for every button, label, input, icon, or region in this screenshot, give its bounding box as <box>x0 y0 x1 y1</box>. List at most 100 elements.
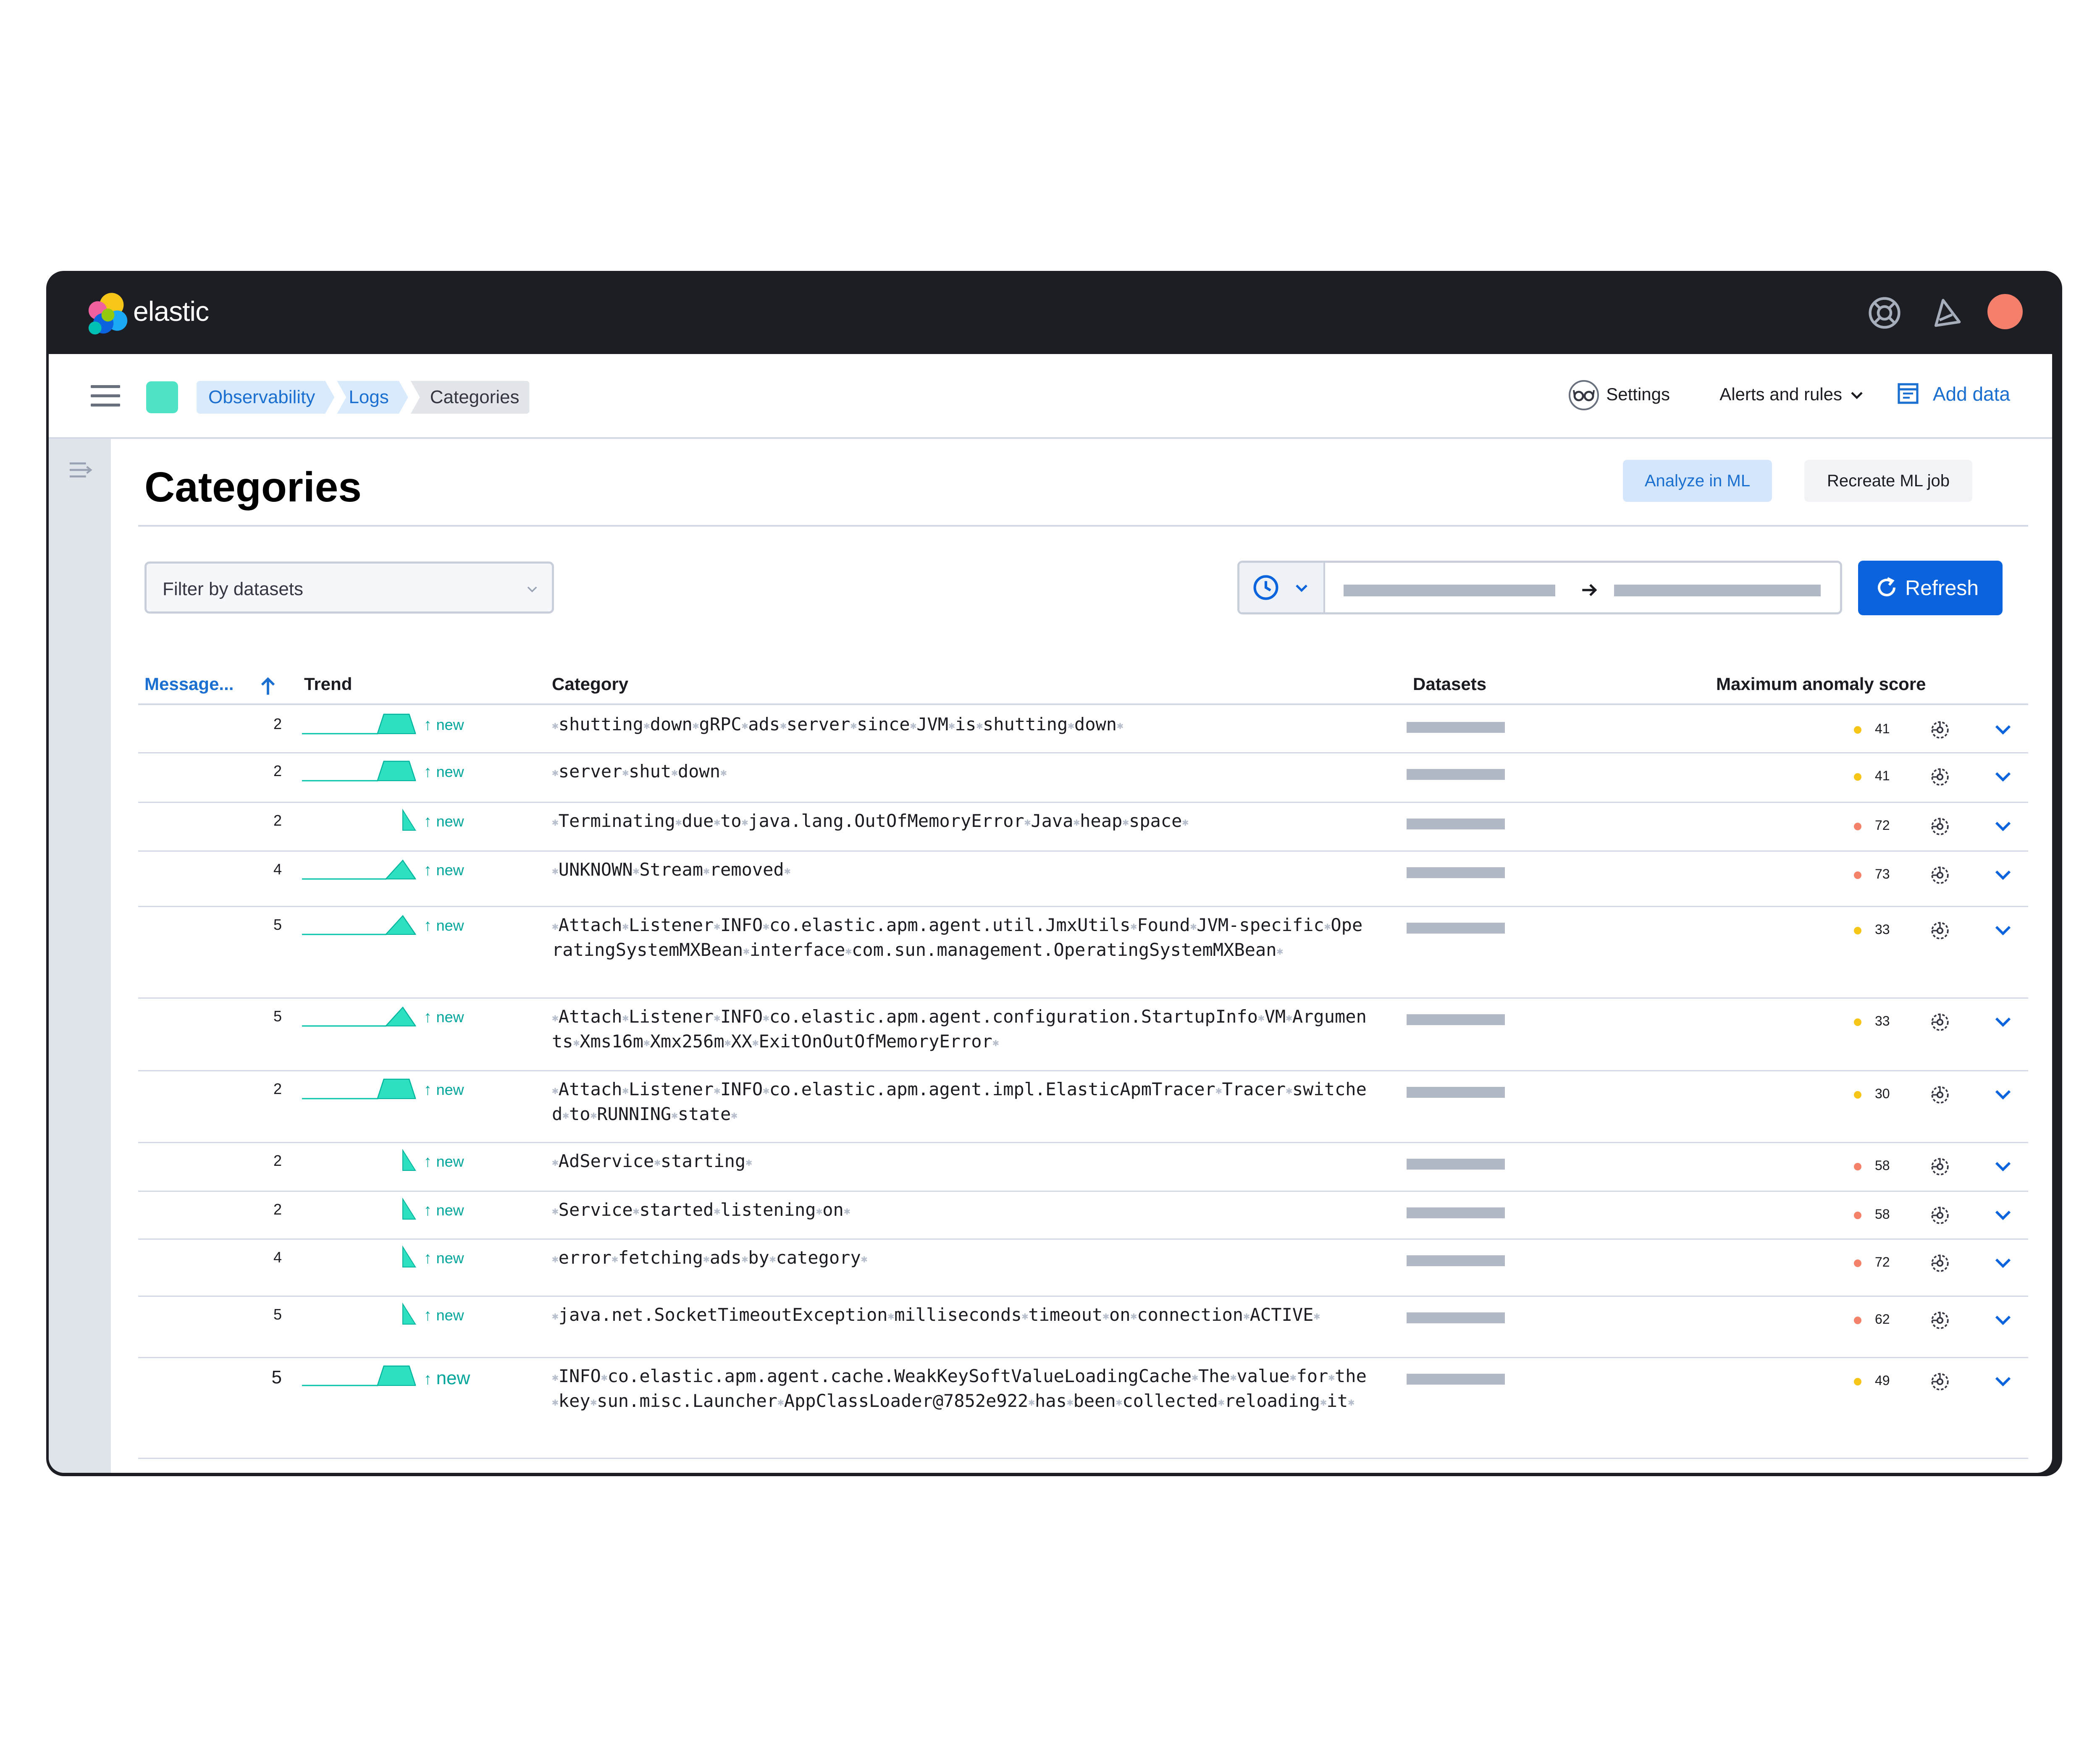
dataset-filter[interactable]: Filter by datasets <box>144 561 554 614</box>
separator-icon: ✱ <box>861 1253 868 1265</box>
new-badge: ↑ new <box>424 1307 464 1325</box>
category-token: to <box>569 1104 591 1124</box>
separator-icon: ✱ <box>714 1084 720 1097</box>
category-token: gRPC <box>699 714 742 735</box>
chevron-down-icon[interactable] <box>1848 387 1865 404</box>
table-row[interactable]: 4 ↑ new ✱error✱fetching✱ads✱by✱category✱ 72 <box>138 1238 2028 1297</box>
trend-sparkline <box>402 1245 416 1267</box>
table-row[interactable]: 2 ↑ new ✱shutting✱down✱gRPC✱ads✱server✱sin… <box>138 705 2028 753</box>
sort-ascending-icon[interactable] <box>258 675 278 697</box>
table-row[interactable]: 2 ↑ new ✱server✱shut✱down✱ 41 <box>138 752 2028 803</box>
table-row[interactable]: 2 ↑ new ✱Service✱started✱listening✱on✱ 58 <box>138 1191 2028 1240</box>
category-token: collected <box>1122 1391 1218 1411</box>
chevron-down-icon[interactable] <box>1992 922 2013 939</box>
table-row[interactable]: 4 ↑ new ✱UNKNOWN✱Stream✱removed✱ 73 <box>138 850 2028 907</box>
ml-job-icon[interactable] <box>1929 1084 1950 1105</box>
ml-job-icon[interactable] <box>1929 1253 1950 1274</box>
category-token: shut <box>629 761 672 782</box>
category-pattern: ✱java.net.SocketTimeoutException✱millise… <box>552 1303 1371 1328</box>
quick-select-button[interactable] <box>1239 563 1325 612</box>
main-panel: Observability Logs Categories Settings A… <box>49 354 2052 1473</box>
newsfeed-icon[interactable] <box>1929 295 1965 331</box>
ml-job-icon[interactable] <box>1929 1156 1950 1177</box>
header-actions: Settings Alerts and rules Add data <box>49 354 2052 437</box>
category-token: sun.misc.Launcher <box>597 1391 778 1411</box>
category-token: category <box>776 1247 861 1268</box>
chevron-down-icon[interactable] <box>1992 1013 2013 1030</box>
dataset-placeholder <box>1407 1014 1505 1025</box>
anomaly-severity-dot <box>1854 1378 1861 1385</box>
arrow-up-icon: ↑ <box>424 1370 436 1388</box>
add-data-link[interactable]: Add data <box>1933 383 2010 405</box>
ml-job-icon[interactable] <box>1929 816 1950 837</box>
category-token: removed <box>709 859 784 880</box>
alerts-and-rules-menu[interactable]: Alerts and rules <box>1719 384 1842 404</box>
chevron-down-icon[interactable] <box>1992 818 2013 834</box>
trend-sparkline <box>302 1365 416 1386</box>
category-token: RUNNING <box>597 1104 672 1124</box>
end-date-placeholder[interactable] <box>1614 585 1821 596</box>
table-row[interactable]: 5 ↑ new ✱java.net.SocketTimeoutException✱m… <box>138 1296 2028 1358</box>
elastic-logo[interactable] <box>85 291 131 337</box>
category-token: ads <box>709 1247 742 1268</box>
category-token: ExitOnOutOfMemoryError <box>759 1031 992 1052</box>
chevron-down-icon[interactable] <box>1992 1373 2013 1390</box>
arrow-right-icon <box>1582 584 1597 596</box>
dataset-placeholder <box>1407 1087 1505 1098</box>
anomaly-severity-dot <box>1854 927 1861 934</box>
chevron-down-icon[interactable] <box>1992 1158 2013 1175</box>
ml-job-icon[interactable] <box>1929 1012 1950 1033</box>
table-row[interactable]: 2 ↑ new ✱Terminating✱due✱to✱java.lang.OutO… <box>138 802 2028 852</box>
help-icon[interactable] <box>1866 295 1903 331</box>
start-date-placeholder[interactable] <box>1344 585 1555 596</box>
category-token: Attach <box>558 1079 622 1099</box>
recreate-ml-job-button[interactable]: Recreate ML job <box>1804 460 1972 502</box>
ml-job-icon[interactable] <box>1929 1205 1950 1226</box>
refresh-button[interactable]: Refresh <box>1858 561 2003 615</box>
separator-icon: ✱ <box>1068 719 1074 732</box>
message-count: 5 <box>273 916 282 933</box>
separator-icon: ✱ <box>703 1253 710 1265</box>
chevron-down-icon[interactable] <box>1992 866 2013 883</box>
anomaly-severity-dot <box>1854 726 1861 734</box>
separator-icon: ✱ <box>654 1156 661 1169</box>
separator-icon: ✱ <box>622 1084 629 1097</box>
ml-job-icon[interactable] <box>1929 920 1950 941</box>
table-row[interactable]: 2 ↑ new ✱AdService✱starting✱ 58 <box>138 1142 2028 1192</box>
category-token: is <box>955 714 976 735</box>
ml-job-icon[interactable] <box>1929 1310 1950 1331</box>
dataset-placeholder <box>1407 867 1505 878</box>
ml-job-icon[interactable] <box>1929 865 1950 886</box>
chevron-down-icon[interactable] <box>1992 1312 2013 1328</box>
expand-nav-icon[interactable] <box>68 461 94 479</box>
separator-icon: ✱ <box>843 1205 850 1217</box>
chevron-down-icon[interactable] <box>1992 1207 2013 1223</box>
settings-link[interactable]: Settings <box>1606 384 1670 404</box>
anomaly-score: 72 <box>1875 1254 1890 1270</box>
chevron-down-icon[interactable] <box>1992 1086 2013 1103</box>
anomaly-score: 58 <box>1875 1158 1890 1173</box>
analyze-in-ml-button[interactable]: Analyze in ML <box>1623 460 1772 502</box>
ml-job-icon[interactable] <box>1929 719 1950 740</box>
table-row[interactable]: 2 ↑ new ✱Attach✱Listener✱INFO✱co.elastic.a… <box>138 1070 2028 1143</box>
chevron-down-icon[interactable] <box>1992 768 2013 785</box>
avatar[interactable] <box>1987 294 2023 329</box>
table-row[interactable]: 5 ↑ new ✱Attach✱Listener✱INFO✱co.elastic.a… <box>138 997 2028 1071</box>
chevron-down-icon[interactable] <box>1992 1254 2013 1271</box>
chevron-down-icon[interactable] <box>1992 721 2013 738</box>
arrow-up-icon: ↑ <box>424 813 436 830</box>
separator-icon: ✱ <box>816 1205 823 1217</box>
table-row[interactable]: 5 ↑ new ✱INFO✱co.elastic.apm.agent.cache.W… <box>138 1357 2028 1459</box>
ml-job-icon[interactable] <box>1929 1371 1950 1392</box>
add-data-icon[interactable] <box>1896 382 1920 405</box>
glasses-icon[interactable] <box>1567 378 1601 412</box>
category-token: starting <box>660 1151 746 1171</box>
category-pattern: ✱Attach✱Listener✱INFO✱co.elastic.apm.age… <box>552 913 1371 963</box>
trend-area <box>402 1197 416 1220</box>
separator-icon: ✱ <box>552 920 559 933</box>
separator-icon: ✱ <box>552 766 559 779</box>
ml-job-icon[interactable] <box>1929 766 1950 787</box>
table-row[interactable]: 5 ↑ new ✱Attach✱Listener✱INFO✱co.elastic.a… <box>138 906 2028 999</box>
column-header-messages[interactable]: Message... <box>144 674 234 694</box>
date-picker[interactable] <box>1237 561 1842 614</box>
